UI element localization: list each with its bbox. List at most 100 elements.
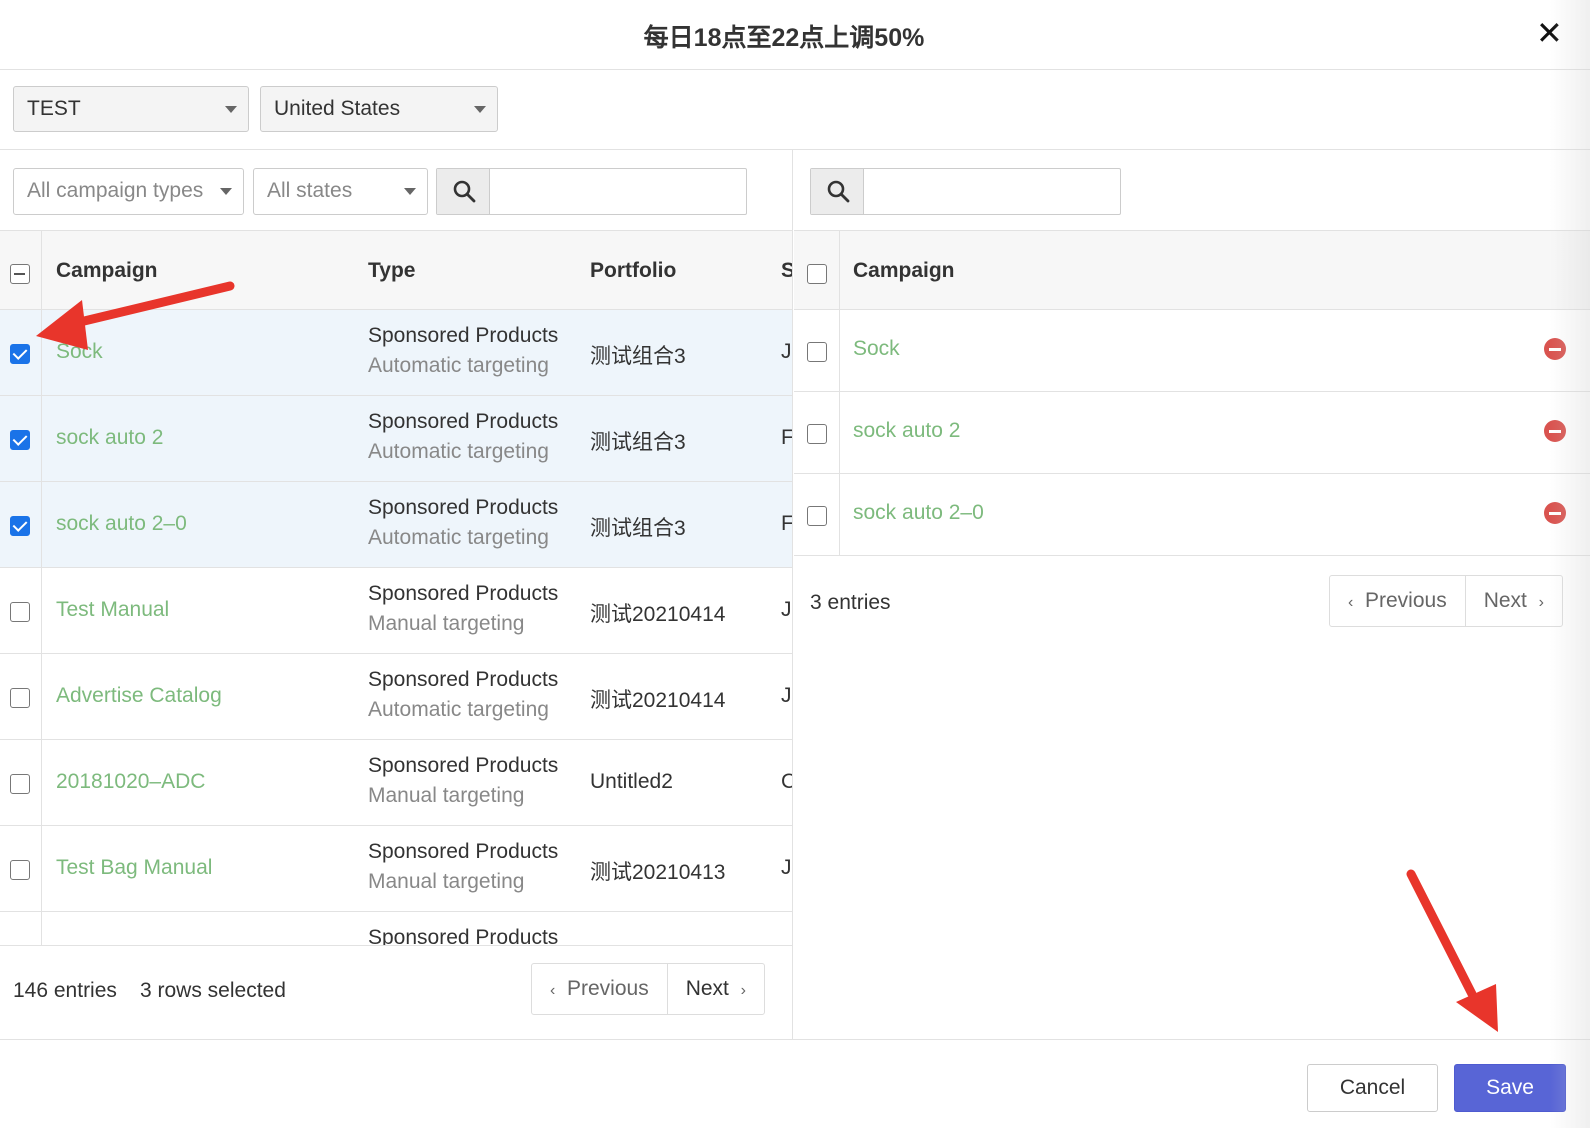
column-header-type[interactable]: Type [368,231,415,311]
campaign-link[interactable]: sock auto 2 [853,419,960,443]
type-main: Sponsored Products [368,410,559,433]
right-column-header-campaign[interactable]: Campaign [853,231,955,311]
country-select[interactable]: United States [260,86,498,132]
entries-count: 146 entries [13,979,117,1002]
table-row[interactable]: 20181020–ADC Sponsored Products Manual t… [0,740,792,826]
type-sub: Manual targeting [368,870,525,893]
column-header-campaign[interactable]: Campaign [56,231,158,311]
cancel-button[interactable]: Cancel [1307,1064,1438,1112]
row-checkbox[interactable] [10,860,30,880]
right-pagination: ‹ Previous Next › [1329,575,1563,627]
modal-footer: Cancel Save [0,1039,1590,1128]
campaign-link[interactable]: Test Bag Manual [56,856,212,880]
right-entries-count: 3 entries [810,591,891,614]
s-cell: C [781,770,792,794]
account-select[interactable]: TEST [13,86,249,132]
row-checkbox-cell [0,568,42,653]
row-checkbox[interactable] [10,774,30,794]
portfolio-cell: 测试20210414 [590,603,726,626]
campaign-link[interactable]: Advertise Catalog [56,684,222,708]
campaign-link[interactable]: sock auto 2–0 [56,512,187,536]
column-header-portfolio[interactable]: Portfolio [590,231,676,311]
left-table-footer: 146 entries 3 rows selected ‹ Previous N… [0,945,792,1039]
list-item[interactable]: Sock [794,310,1590,392]
table-row[interactable]: sock auto 2 Sponsored Products Automatic… [0,396,793,482]
row-checkbox[interactable] [807,506,827,526]
table-row[interactable]: Sock Sponsored Products Automatic target… [0,310,792,396]
row-checkbox-cell [0,826,42,911]
chevron-down-icon [404,188,416,195]
account-country-bar: TEST United States [0,70,1590,150]
modal-header: 每日18点至22点上调50% ✕ [0,0,1590,70]
s-cell: J [781,340,792,363]
chevron-left-icon: ‹ [550,982,556,999]
campaign-link[interactable]: 20181020–ADC [56,770,205,794]
available-campaigns-panel: All campaign types All states Campaign T… [0,150,793,1039]
type-main: Sponsored Products [368,754,559,777]
chevron-down-icon [220,188,232,195]
table-row[interactable]: Advertise Catalog Sponsored Products Aut… [0,654,792,740]
right-previous-button[interactable]: ‹ Previous [1330,576,1465,626]
row-checkbox-cell [0,654,42,739]
remove-icon[interactable] [1544,338,1566,360]
s-cell: J [781,684,792,707]
right-search-input[interactable] [810,168,1121,215]
table-row[interactable]: sock auto 2–0 Sponsored Products Automat… [0,482,792,568]
right-next-button[interactable]: Next › [1464,576,1562,626]
row-checkbox[interactable] [10,688,30,708]
row-checkbox-cell [794,310,840,391]
table-row[interactable]: Test Bag Manual Sponsored Products Manua… [0,826,792,912]
right-search-button[interactable] [811,169,864,214]
chevron-left-icon: ‹ [1348,594,1354,611]
row-checkbox[interactable] [10,516,30,536]
save-button[interactable]: Save [1454,1064,1566,1112]
row-checkbox[interactable] [10,602,30,622]
row-checkbox[interactable] [10,430,30,450]
right-select-all-checkbox[interactable] [807,264,827,284]
campaign-link[interactable]: sock auto 2–0 [853,501,984,525]
left-search-button[interactable] [437,169,490,214]
remove-icon[interactable] [1544,420,1566,442]
column-header-s[interactable]: S [781,231,792,311]
campaign-type-filter[interactable]: All campaign types [13,168,244,215]
left-search-input[interactable] [436,168,747,215]
left-pagination: ‹ Previous Next › [531,963,765,1015]
type-main: Sponsored Products [368,324,559,347]
row-checkbox[interactable] [10,344,30,364]
s-cell: F [781,426,793,449]
left-previous-label: Previous [567,977,649,1000]
close-icon[interactable]: ✕ [1536,17,1563,49]
table-row[interactable]: Test Manual Sponsored Products Manual ta… [0,568,792,654]
row-checkbox-cell [0,310,42,395]
selected-campaigns-panel: Campaign Sock sock auto 2 sock auto 2–0 … [794,150,1590,1039]
campaign-type-filter-value: All campaign types [27,179,204,202]
portfolio-cell: 测试组合3 [590,431,686,454]
left-select-all-cell [0,231,42,309]
right-select-all-cell [794,231,840,309]
country-select-value: United States [274,97,401,120]
campaign-link[interactable]: Test Manual [56,598,169,622]
left-previous-button[interactable]: ‹ Previous [532,964,667,1014]
selected-count: 3 rows selected [140,979,286,1002]
campaign-link[interactable]: Sock [853,337,900,361]
list-item[interactable]: sock auto 2–0 [794,474,1590,556]
state-filter[interactable]: All states [253,168,428,215]
left-select-all-checkbox[interactable] [10,264,30,284]
chevron-right-icon: › [1538,594,1544,611]
left-next-label: Next [685,977,729,1000]
chevron-right-icon: › [740,982,746,999]
s-cell: J [781,598,792,621]
left-next-button[interactable]: Next › [666,964,764,1014]
row-checkbox-cell [794,474,840,555]
type-sub: Automatic targeting [368,698,549,721]
type-sub: Manual targeting [368,612,525,635]
campaign-link[interactable]: Sock [56,340,103,364]
remove-icon[interactable] [1544,502,1566,524]
campaign-link[interactable]: sock auto 2 [56,426,163,450]
right-previous-label: Previous [1365,589,1447,612]
type-main: Sponsored Products [368,668,559,691]
portfolio-cell: Untitled2 [590,770,673,793]
row-checkbox[interactable] [807,424,827,444]
row-checkbox[interactable] [807,342,827,362]
list-item[interactable]: sock auto 2 [794,392,1590,474]
